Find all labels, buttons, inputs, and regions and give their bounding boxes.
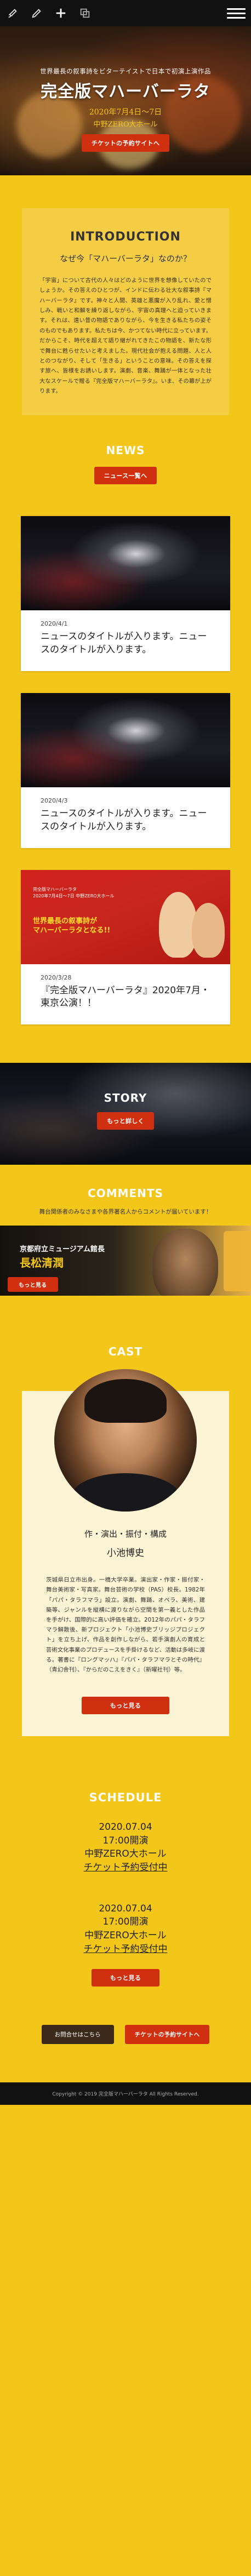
news-date: 2020/4/3: [41, 797, 68, 804]
footer: Copyright © 2019 完全版マハーバーラタ All Rights R…: [0, 2082, 251, 2105]
cast-name: 小池博史: [107, 1548, 144, 1559]
schedule-time: 17:00開演: [102, 1916, 149, 1928]
commenter-role: 京都府立ミュージアム館長: [20, 1245, 105, 1254]
news-date: 2020/3/28: [41, 974, 72, 981]
contact-button[interactable]: お問合せはこちら: [41, 2025, 114, 2045]
top-toolbar: [0, 0, 251, 26]
cast-photo: [54, 1369, 197, 1512]
news-list-button[interactable]: ニュース一覧へ: [94, 467, 157, 485]
news-heading: NEWS: [106, 444, 145, 457]
news-card[interactable]: 2020/4/3 ニュースのタイトルが入ります。ニュースのタイトルが入ります。: [21, 692, 230, 848]
intro-body: 「宇宙」について古代の人々はどのように世界を想像していたのでしょうか。その答えの…: [39, 278, 212, 394]
intro-section: INTRODUCTION なぜ今「マハーバーラタ」なのか？ 「宇宙」について古代…: [0, 208, 251, 416]
comment-banner[interactable]: 京都府立ミュージアム館長 長松清潤 もっと見る: [0, 1226, 251, 1296]
schedule-venue: 中野ZERO大ホール: [84, 1930, 167, 1941]
cast-bio: 茨城県日立市出身。一橋大学卒業。演出家・作家・振付家・舞台美術家・写真家。舞台芸…: [46, 1577, 205, 1673]
news-section: NEWS ニュース一覧へ 2020/4/1 ニュースのタイトルが入ります。ニュー…: [0, 415, 251, 1025]
news-title[interactable]: ニュースのタイトルが入ります。ニュースのタイトルが入ります。: [41, 808, 210, 834]
story-heading: STORY: [104, 1091, 147, 1105]
hero-title: 完全版マハーバーラタ: [41, 82, 210, 101]
schedule-time: 17:00開演: [102, 1835, 149, 1846]
poster-top-text: 完全版マハーバーラタ 2020年7月4日〜7日 中野ZERO大ホール: [33, 886, 115, 898]
schedule-venue: 中野ZERO大ホール: [84, 1848, 167, 1860]
schedule-section: SCHEDULE 2020.07.04 17:00開演 中野ZERO大ホール チ…: [0, 1769, 251, 2008]
intro-card: INTRODUCTION なぜ今「マハーバーラタ」なのか？ 「宇宙」について古代…: [22, 208, 229, 416]
bottom-buttons: お問合せはこちら チケットの予約サイトへ: [0, 2008, 251, 2082]
hero-subtitle: 世界最長の叙事詩をビターテイストで日本で初演上演作品: [40, 67, 211, 75]
hero-venue: 中野ZERO大ホール: [93, 121, 158, 129]
crop-icon[interactable]: [78, 6, 92, 20]
comments-lead: 舞台関係者のみなさまや各界著名人からコメントが届いています！: [39, 1209, 212, 1216]
comments-heading: COMMENTS: [88, 1187, 163, 1200]
commenter-name: 長松清潤: [20, 1256, 64, 1270]
hero-ticket-button[interactable]: チケットの予約サイトへ: [81, 134, 170, 152]
cast-role: 作・演出・振付・構成: [84, 1529, 167, 1539]
news-card[interactable]: 完全版マハーバーラタ 2020年7月4日〜7日 中野ZERO大ホール 世界最長の…: [21, 869, 230, 1025]
cast-heading: CAST: [108, 1345, 143, 1359]
brush-icon[interactable]: [5, 6, 20, 20]
news-card[interactable]: 2020/4/1 ニュースのタイトルが入ります。ニュースのタイトルが入ります。: [21, 516, 230, 671]
schedule-item: 2020.07.04 17:00開演 中野ZERO大ホール チケット予約受付中: [0, 1821, 251, 1875]
schedule-more-button[interactable]: もっと見る: [91, 1969, 160, 1987]
intro-heading: INTRODUCTION: [70, 230, 181, 244]
cast-card: 作・演出・振付・構成 小池博史 茨城県日立市出身。一橋大学卒業。演出家・作家・振…: [22, 1369, 229, 1737]
next-slide-peek[interactable]: [224, 1231, 251, 1292]
story-section: STORY もっと詳しく: [0, 1063, 251, 1165]
comments-more-button[interactable]: もっと見る: [8, 1277, 58, 1292]
hamburger-menu-icon[interactable]: [227, 5, 246, 21]
copyright-text: Copyright © 2019 完全版マハーバーラタ All Rights R…: [52, 2092, 199, 2098]
schedule-date: 2020.07.04: [99, 1822, 152, 1833]
poster-headline: 世界最長の叙事詩が マハーバーラタとなる!!: [33, 917, 111, 935]
schedule-ticket-link[interactable]: チケット予約受付中: [0, 1861, 251, 1875]
pen-icon[interactable]: [30, 6, 44, 20]
news-title[interactable]: 『完全版マハーバーラタ』2020年7月・東京公演！！: [41, 984, 210, 1011]
news-list: 2020/4/1 ニュースのタイトルが入ります。ニュースのタイトルが入ります。 …: [0, 516, 251, 1025]
news-poster-image: 完全版マハーバーラタ 2020年7月4日〜7日 中野ZERO大ホール 世界最長の…: [21, 869, 230, 964]
hero-section: 世界最長の叙事詩をビターテイストで日本で初演上演作品 完全版マハーバーラタ 20…: [0, 26, 251, 175]
news-title[interactable]: ニュースのタイトルが入ります。ニュースのタイトルが入ります。: [41, 631, 210, 657]
bottom-ticket-button[interactable]: チケットの予約サイトへ: [124, 2025, 210, 2045]
schedule-item: 2020.07.04 17:00開演 中野ZERO大ホール チケット予約受付中: [0, 1902, 251, 1956]
plus-icon[interactable]: [54, 6, 68, 20]
cast-more-button[interactable]: もっと見る: [81, 1697, 170, 1715]
story-more-button[interactable]: もっと詳しく: [97, 1112, 154, 1130]
commenter-photo: [152, 1229, 218, 1296]
hero-date: 2020年7月4日～7日: [89, 108, 162, 117]
schedule-ticket-link[interactable]: チケット予約受付中: [0, 1943, 251, 1956]
schedule-date: 2020.07.04: [99, 1903, 152, 1914]
cast-section: CAST 作・演出・振付・構成 小池博史 茨城県日立市出身。一橋大学卒業。演出家…: [0, 1323, 251, 1769]
page: 世界最長の叙事詩をビターテイストで日本で初演上演作品 完全版マハーバーラタ 20…: [0, 0, 251, 2105]
news-image: [21, 516, 230, 611]
schedule-heading: SCHEDULE: [89, 1791, 162, 1805]
comments-section: COMMENTS 舞台関係者のみなさまや各界著名人からコメントが届いています！ …: [0, 1165, 251, 1323]
intro-question: なぜ今「マハーバーラタ」なのか？: [60, 254, 191, 264]
news-image: [21, 692, 230, 787]
news-date: 2020/4/1: [41, 620, 68, 628]
